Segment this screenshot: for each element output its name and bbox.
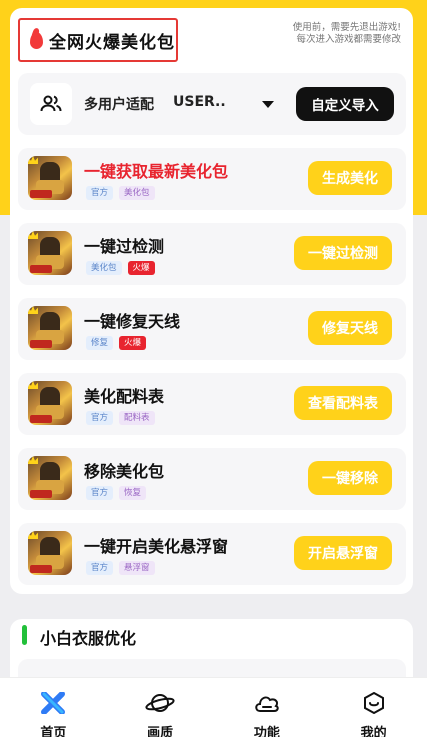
list-item: 一键过检测 美化包 火爆 一键过检测	[18, 223, 406, 285]
user-adapter-row: 多用户适配 USER.. 自定义导入	[18, 73, 406, 135]
bottom-tab-bar: 首页 画质 功能 我的	[0, 677, 427, 737]
list-item: 一键开启美化悬浮窗 官方 悬浮窗 开启悬浮窗	[18, 523, 406, 585]
notice-line-1: 使用前，需要先退出游戏!	[292, 22, 401, 33]
remove-package-button[interactable]: 一键移除	[308, 461, 392, 495]
tag-badge: 配料表	[119, 411, 155, 425]
title-box: 全网火爆美化包	[18, 18, 178, 62]
notice-line-2: 每次进入游戏都需要修改	[296, 34, 401, 45]
cloud-icon	[253, 692, 281, 718]
tag-badge: 美化包	[86, 261, 122, 275]
bypass-detection-button[interactable]: 一键过检测	[294, 236, 392, 270]
tag-badge: 官方	[86, 486, 114, 500]
section-title: 小白衣服优化	[40, 629, 137, 648]
game-icon	[28, 531, 72, 575]
list-item: 美化配料表 官方 配料表 查看配料表	[18, 373, 406, 435]
row-title: 一键修复天线	[84, 312, 181, 331]
flame-icon	[30, 31, 43, 49]
dropdown-caret-icon[interactable]	[262, 101, 274, 108]
tab-profile[interactable]: 我的	[320, 678, 427, 737]
tab-label: 画质	[147, 726, 174, 737]
tag-badge: 美化包	[119, 186, 155, 200]
row-title: 一键获取最新美化包	[84, 162, 229, 181]
tab-functions[interactable]: 功能	[214, 678, 321, 737]
row-title: 移除美化包	[84, 462, 165, 481]
list-item: 一键获取最新美化包 官方 美化包 生成美化	[18, 148, 406, 210]
list-item: 移除美化包 官方 恢复 一键移除	[18, 448, 406, 510]
home-icon	[41, 691, 66, 718]
list-item: 一键修复天线 修复 火爆 修复天线	[18, 298, 406, 360]
game-icon	[28, 381, 72, 425]
row-title: 一键开启美化悬浮窗	[84, 537, 229, 556]
tag-badge: 恢复	[119, 486, 147, 500]
tab-label: 功能	[253, 726, 280, 737]
game-icon	[28, 231, 72, 275]
tag-badge: 官方	[86, 186, 114, 200]
user-adapter-label: 多用户适配	[84, 97, 154, 113]
open-floating-window-button[interactable]: 开启悬浮窗	[294, 536, 392, 570]
view-ingredients-button[interactable]: 查看配料表	[294, 386, 392, 420]
tab-label: 我的	[360, 726, 387, 737]
hot-badge: 火爆	[119, 336, 147, 350]
tab-home[interactable]: 首页	[0, 678, 107, 737]
user-select[interactable]: USER..	[173, 94, 226, 110]
notice-text: 使用前，需要先退出游戏! 每次进入游戏都需要修改	[271, 22, 401, 46]
profile-icon	[362, 691, 386, 718]
game-icon	[28, 156, 72, 200]
generate-beautify-button[interactable]: 生成美化	[308, 161, 392, 195]
tab-quality[interactable]: 画质	[107, 678, 214, 737]
main-card: 全网火爆美化包 使用前，需要先退出游戏! 每次进入游戏都需要修改 多用户适配 U…	[10, 8, 413, 594]
section-accent-bar	[22, 625, 27, 645]
repair-antenna-button[interactable]: 修复天线	[308, 311, 392, 345]
tag-badge: 官方	[86, 411, 114, 425]
hot-badge: 火爆	[127, 261, 155, 275]
tag-badge: 悬浮窗	[119, 561, 155, 575]
tab-label: 首页	[40, 726, 67, 737]
game-icon	[28, 306, 72, 350]
game-icon	[28, 456, 72, 500]
custom-import-button[interactable]: 自定义导入	[296, 87, 394, 121]
planet-icon	[145, 692, 175, 718]
users-icon	[30, 83, 72, 125]
row-title: 美化配料表	[84, 387, 165, 406]
page-title: 全网火爆美化包	[49, 32, 175, 53]
tag-badge: 官方	[86, 561, 114, 575]
tag-badge: 修复	[86, 336, 114, 350]
row-title: 一键过检测	[84, 237, 165, 256]
